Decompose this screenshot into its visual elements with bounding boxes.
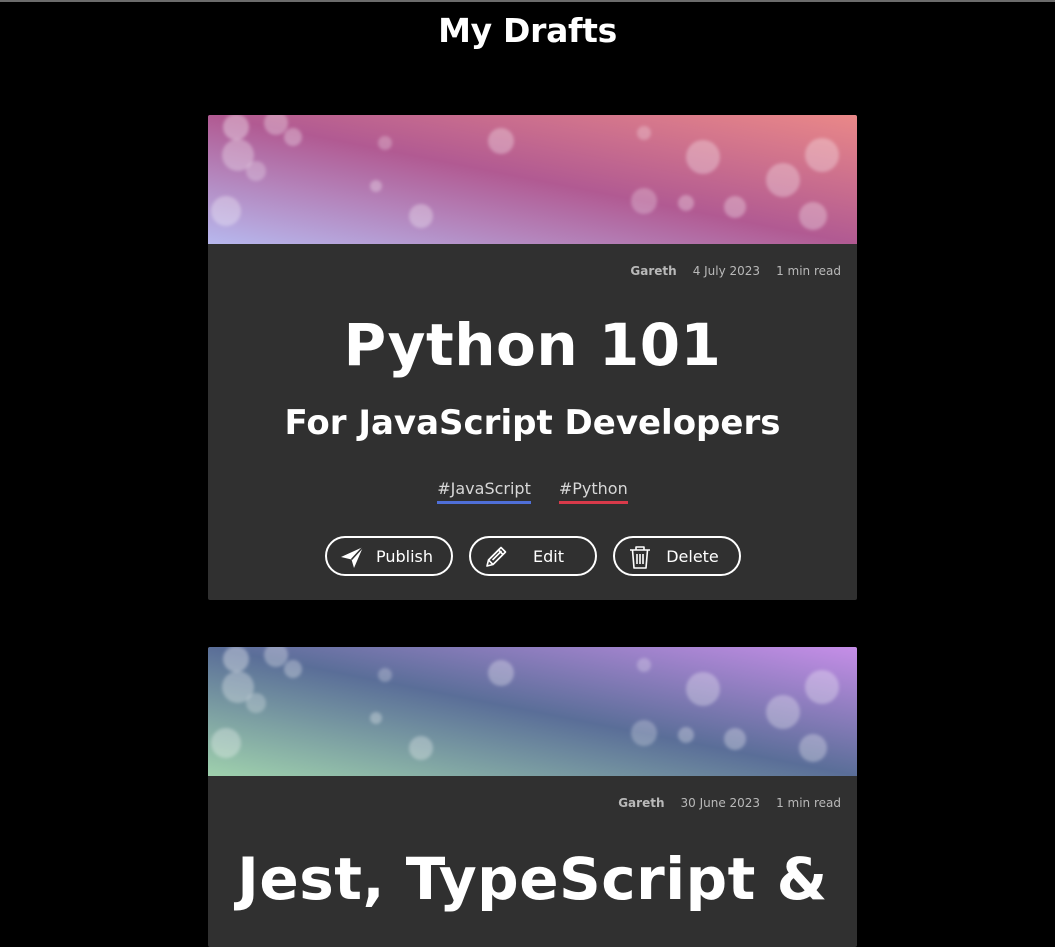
post-subtitle: For JavaScript Developers <box>284 403 781 443</box>
cover-image-gradient <box>208 647 857 776</box>
publish-label: Publish <box>375 547 434 566</box>
edit-label: Edit <box>533 547 564 566</box>
publish-button[interactable]: Publish <box>324 536 453 576</box>
author-name: Gareth <box>618 796 665 810</box>
draft-card: Gareth 30 June 2023 1 min read Jest, Typ… <box>208 647 857 947</box>
tag-link[interactable]: #JavaScript <box>437 478 531 504</box>
author-name: Gareth <box>630 264 677 278</box>
cover-image <box>208 115 857 244</box>
trash-icon <box>629 546 650 569</box>
tag-list: #JavaScript #Python <box>208 478 857 504</box>
cover-image <box>208 647 857 776</box>
publish-date: 30 June 2023 <box>680 796 761 810</box>
post-title[interactable]: Jest, TypeScript & <box>208 844 857 914</box>
delete-label: Delete <box>666 547 719 566</box>
page-title: My Drafts <box>438 11 617 50</box>
draft-card: Gareth 4 July 2023 1 min read Python 101… <box>208 115 857 600</box>
post-meta: Gareth 4 July 2023 1 min read <box>208 244 857 298</box>
read-time: 1 min read <box>776 264 841 278</box>
cover-image-gradient <box>208 115 857 244</box>
pencil-icon <box>485 546 506 567</box>
read-time: 1 min read <box>776 796 841 810</box>
paper-plane-icon <box>340 546 364 568</box>
post-meta: Gareth 30 June 2023 1 min read <box>208 776 857 830</box>
post-title[interactable]: Python 101 <box>208 310 857 380</box>
top-rule <box>0 0 1055 2</box>
draft-actions: Publish Edit Delete <box>208 536 857 600</box>
publish-date: 4 July 2023 <box>692 264 761 278</box>
delete-button[interactable]: Delete <box>612 536 741 576</box>
edit-button[interactable]: Edit <box>468 536 597 576</box>
tag-link[interactable]: #Python <box>558 478 628 504</box>
